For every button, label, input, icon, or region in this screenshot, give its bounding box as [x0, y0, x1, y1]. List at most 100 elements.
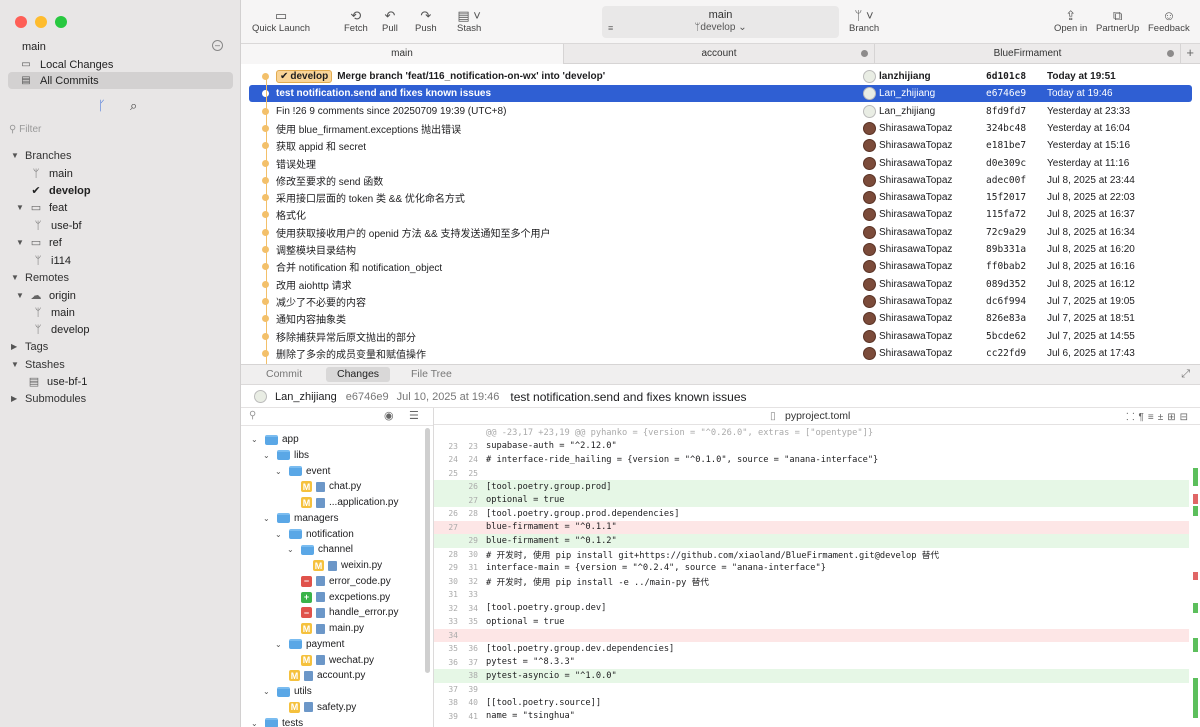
commit-author: ShirasawaTopaz	[863, 260, 952, 274]
commit-row[interactable]: 格式化 ShirasawaTopaz 115fa72 Jul 8, 2025 at 1…	[249, 206, 1192, 223]
commit-row[interactable]: ✔ develop Merge branch 'feat/116_notificat…	[249, 68, 1192, 85]
partnerup-button[interactable]: ⧉ PartnerUp	[1096, 8, 1139, 34]
repo-options-icon[interactable]: –	[212, 40, 223, 51]
commit-row[interactable]: 减少了不必要的内容 ShirasawaTopaz dc6f994 Jul 7, 202…	[249, 293, 1192, 310]
minimize-window-button[interactable]	[35, 16, 47, 28]
tab-main[interactable]: main	[241, 44, 564, 64]
tree-file[interactable]: M ...application.py	[287, 495, 399, 510]
tree-file[interactable]: Mweixin.py	[299, 558, 382, 573]
open-in-button[interactable]: ⇪ Open in	[1054, 8, 1087, 34]
tree-folder[interactable]: ⌄ channel	[287, 542, 353, 557]
branch-badge[interactable]: ✔ develop	[276, 70, 333, 83]
fetch-button[interactable]: ⟲ Fetch	[344, 8, 368, 34]
add-tab-icon[interactable]: +	[1186, 45, 1194, 60]
tab-bluefirmament[interactable]: BlueFirmament	[875, 44, 1181, 64]
commit-row[interactable]: 采用接口层面的 token 类 && 优化命名方式 ShirasawaTopaz 1…	[249, 189, 1192, 206]
tree-folder[interactable]: ⌄ app	[251, 432, 299, 447]
filter-input[interactable]: Filter	[19, 124, 41, 135]
tab-file-tree[interactable]: File Tree	[400, 367, 463, 382]
commit-row[interactable]: 调整模块目录结构 ShirasawaTopaz 89b331a Jul 8, 2025…	[249, 241, 1192, 258]
old-line-number: 24	[448, 455, 458, 465]
tree-file[interactable]: Mchat.py	[287, 479, 361, 494]
tree-file[interactable]: − error_code.py	[287, 574, 391, 589]
branch-selector[interactable]: main ᛘdevelop ⌄ ≡	[602, 6, 839, 38]
folder-feat[interactable]: ▼ ▭ feat	[16, 199, 240, 216]
chevron-down-icon: ⌄	[287, 545, 294, 555]
stash-button[interactable]: ▤ ˅ Stash	[457, 8, 481, 34]
branches-view-icon[interactable]: ᚴ	[98, 98, 106, 113]
tree-folder[interactable]: ⌄ libs	[263, 448, 309, 463]
section-tags[interactable]: ▶ Tags	[11, 338, 240, 355]
diff-line-text: @@ -23,17 +23,19 @@ pyhanko = {version =…	[486, 427, 874, 438]
detail-hash[interactable]: e6746e9	[346, 391, 389, 403]
diff-line: 30 32 # 开发时, 使用 pip install -e ../main-py …	[434, 575, 1189, 589]
commit-hash: e6746e9	[986, 88, 1027, 100]
list-icon[interactable]: ☰	[409, 409, 419, 422]
commit-row[interactable]: 使用 blue_firmament.exceptions 抛出错误 Shirasa…	[249, 120, 1192, 137]
tab-close-dot[interactable]	[1167, 50, 1174, 57]
remote-origin[interactable]: ▼ ☁ origin	[16, 287, 240, 304]
tree-folder[interactable]: ⌄ event	[275, 464, 330, 479]
stash-use-bf-1[interactable]: ▤ use-bf-1	[28, 373, 240, 390]
tree-folder[interactable]: ⌄ managers	[263, 511, 338, 526]
branch-develop[interactable]: ✔ develop	[30, 182, 240, 199]
zoom-window-button[interactable]	[55, 16, 67, 28]
commit-row[interactable]: 移除捕获异常后原文抛出的部分 ShirasawaTopaz 5bcde62 Jul 7…	[249, 328, 1192, 345]
tab-close-dot[interactable]	[861, 50, 868, 57]
tree-file[interactable]: Mwechat.py	[287, 653, 374, 668]
branch-i114[interactable]: ᛘ i114	[32, 252, 240, 269]
tree-file[interactable]: − handle_error.py	[287, 605, 399, 620]
commit-row[interactable]: 使用获取接收用户的 openid 方法 && 支持发送通知至多个用户 Shiras…	[249, 224, 1192, 241]
quick-launch-button[interactable]: ▭ Quick Launch	[252, 8, 310, 34]
tab-commit[interactable]: Commit	[255, 367, 313, 382]
tree-folder[interactable]: ⌄ utils	[263, 684, 312, 699]
commit-hash: 8fd9fd7	[986, 105, 1027, 117]
list-icon[interactable]: ≡	[608, 23, 613, 33]
eye-icon[interactable]: ◉	[384, 409, 394, 422]
sidebar-filter[interactable]: ⚲ Filter	[9, 124, 41, 135]
tree-file[interactable]: + excpetions.py	[287, 590, 390, 605]
branch-button[interactable]: ᛘ ˅ Branch	[849, 8, 879, 34]
tree-folder[interactable]: ⌄ notification	[275, 527, 354, 542]
tree-file[interactable]: Maccount.py	[275, 668, 365, 683]
branch-main[interactable]: ᛘ main	[30, 165, 240, 182]
commit-row[interactable]: 获取 appid 和 secret ShirasawaTopaz e181be7 Ye…	[249, 137, 1192, 154]
status-modified-icon: M	[313, 560, 324, 571]
commit-message-text: 减少了不必要的内容	[276, 297, 366, 309]
commit-row[interactable]: Fin !26 9 comments since 20250709 19:39 …	[249, 103, 1192, 120]
sidebar-item-local-changes[interactable]: ▭ Local Changes	[20, 56, 230, 73]
tab-changes[interactable]: Changes	[326, 367, 391, 382]
section-stashes[interactable]: ▼ Stashes	[11, 356, 240, 373]
commit-row[interactable]: test notification.send and fixes known i…	[249, 85, 1192, 103]
file-search[interactable]: ⚲ ◉ ☰	[241, 408, 433, 426]
commit-row[interactable]: 删除了多余的成员变量和赋值操作 ShirasawaTopaz cc22fd9 Jul …	[249, 345, 1192, 362]
tree-folder[interactable]: ⌄ tests	[251, 716, 303, 727]
sidebar-item-all-commits[interactable]: ▤ All Commits	[8, 72, 233, 89]
commit-row[interactable]: 通知内容抽象类 ShirasawaTopaz 826e83a Jul 7, 2025 …	[249, 310, 1192, 327]
commit-row[interactable]: 修改至要求的 send 函数 ShirasawaTopaz adec00f Jul 8…	[249, 172, 1192, 189]
commit-row[interactable]: 合并 notification 和 notification_object Shi…	[249, 258, 1192, 275]
search-view-icon[interactable]: ⌕	[130, 98, 137, 114]
section-submodules[interactable]: ▶ Submodules	[11, 390, 240, 407]
tab-account[interactable]: account	[564, 44, 875, 64]
remote-branch-main[interactable]: ᛘ main	[32, 304, 240, 321]
close-window-button[interactable]	[15, 16, 27, 28]
folder-ref[interactable]: ▼ ▭ ref	[16, 234, 240, 251]
pull-button[interactable]: ↶ Pull	[382, 8, 398, 34]
branch-use-bf[interactable]: ᛘ use-bf	[32, 217, 240, 234]
tree-file[interactable]: Mmain.py	[287, 621, 364, 636]
feedback-button[interactable]: ☺ Feedback	[1148, 8, 1190, 34]
expand-icon[interactable]: ⤢	[1181, 368, 1190, 381]
diff-line-text: # 开发时, 使用 pip install git+https://github…	[486, 550, 940, 561]
tree-file[interactable]: Msafety.py	[275, 700, 356, 715]
file-tree-scrollbar[interactable]	[425, 428, 430, 673]
push-button[interactable]: ↷ Push	[415, 8, 437, 34]
diff-minimap[interactable]	[1193, 438, 1198, 718]
commit-row[interactable]: 错误处理 ShirasawaTopaz d0e309c Yesterday at 11…	[249, 155, 1192, 172]
section-branches[interactable]: ▼ Branches	[11, 147, 240, 164]
tree-folder[interactable]: ⌄ payment	[275, 637, 344, 652]
section-remotes[interactable]: ▼ Remotes	[11, 269, 240, 286]
remote-branch-develop[interactable]: ᛘ develop	[32, 321, 240, 338]
commit-row[interactable]: 改用 aiohttp 请求 ShirasawaTopaz 089d352 Jul 8,…	[249, 276, 1192, 293]
diff-options-icon[interactable]: ⸬¶≡±⊞⊟	[1126, 409, 1192, 423]
